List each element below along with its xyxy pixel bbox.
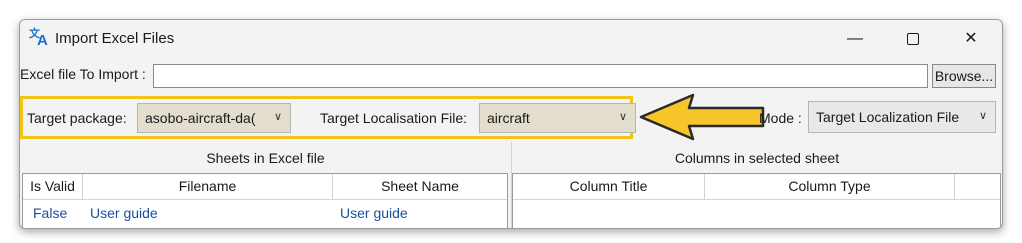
minimize-button[interactable]: —	[832, 20, 878, 58]
close-button[interactable]: ✕	[948, 20, 994, 58]
target-package-label: Target package:	[27, 110, 127, 126]
column-header-sheet-name[interactable]: Sheet Name	[333, 174, 507, 200]
excel-file-input[interactable]	[153, 64, 928, 88]
column-header-filler	[955, 174, 1000, 200]
target-loc-file-value: aircraft	[487, 110, 530, 126]
row-sheet-name: User guide	[340, 205, 408, 221]
mode-select[interactable]: Target Localization File ∨	[808, 101, 996, 133]
column-header-column-title[interactable]: Column Title	[513, 174, 705, 200]
target-loc-file-select[interactable]: aircraft ∨	[479, 103, 636, 133]
column-header-filename[interactable]: Filename	[83, 174, 333, 200]
maximize-icon	[907, 32, 919, 45]
sheets-grid[interactable]: Is Valid Filename Sheet Name False User …	[22, 173, 508, 228]
column-header-is-valid[interactable]: Is Valid	[23, 174, 83, 200]
maximize-button[interactable]	[890, 20, 936, 58]
window-title: Import Excel Files	[55, 30, 175, 47]
mode-label: Mode :	[759, 110, 802, 126]
translate-icon: 文A	[29, 28, 48, 49]
browse-button[interactable]: Browse...	[932, 64, 996, 88]
sheets-pane-title: Sheets in Excel file	[206, 150, 325, 166]
excel-file-label: Excel file To Import :	[20, 66, 146, 82]
target-highlight-box: Target package: asobo-aircraft-da( ∨ Tar…	[20, 96, 636, 139]
import-excel-window: 文A Import Excel Files — ✕ Excel file To …	[19, 19, 1003, 229]
columns-grid[interactable]: Column Title Column Type	[512, 173, 1001, 228]
chevron-down-icon: ∨	[978, 110, 987, 122]
mode-value: Target Localization File	[816, 109, 960, 125]
chevron-down-icon: ∨	[618, 111, 627, 123]
target-package-select[interactable]: asobo-aircraft-da( ∨	[137, 103, 291, 133]
columns-pane-title: Columns in selected sheet	[674, 150, 840, 166]
row-is-valid: False	[33, 205, 68, 221]
column-header-column-type[interactable]: Column Type	[705, 174, 955, 200]
pointer-arrow-icon	[639, 93, 765, 141]
target-package-value: asobo-aircraft-da(	[145, 110, 256, 126]
chevron-down-icon: ∨	[273, 111, 282, 123]
row-filename: User guide	[90, 205, 158, 221]
target-loc-file-label: Target Localisation File:	[320, 110, 468, 126]
title-bar: 文A Import Excel Files — ✕	[20, 20, 1002, 58]
